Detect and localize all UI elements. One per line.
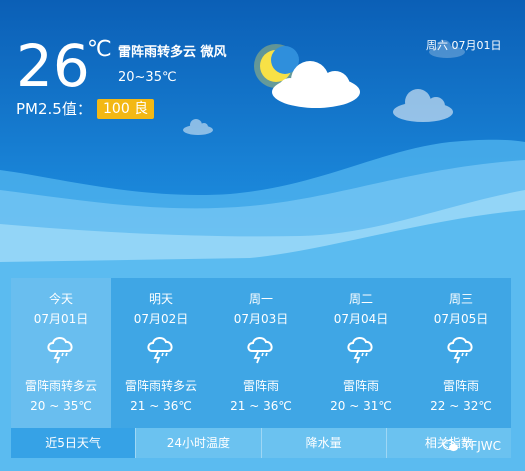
day-date: 07月01日 (33, 312, 89, 326)
day-condition: 雷阵雨 (242, 379, 279, 393)
current-condition: 雷阵雨转多云 微风 (118, 45, 227, 60)
tab-5day-weather[interactable]: 近5日天气 (11, 428, 136, 458)
pm25-label: PM2.5值： (16, 100, 92, 118)
day-temp-range: 21 ~ 36℃ (130, 399, 192, 413)
forecast-panel: 今天 07月01日 雷阵雨转多云 20 ~ 35℃ 明天 07月02日 雷阵雨转… (11, 278, 511, 428)
day-date: 07月03日 (233, 312, 289, 326)
thunderstorm-icon (147, 337, 173, 364)
current-date: 周六 07月01日 (426, 39, 502, 52)
day-temp-range: 22 ~ 32℃ (430, 399, 492, 413)
forecast-day[interactable]: 周三 07月05日 雷阵雨 22 ~ 32℃ (411, 278, 511, 428)
current-temperature: 26 (16, 32, 90, 100)
day-name: 今天 (48, 292, 73, 306)
watermark: TFJWC (443, 438, 501, 454)
day-name: 周二 (348, 292, 373, 306)
day-condition: 雷阵雨转多云 (24, 379, 97, 393)
forecast-day[interactable]: 周一 07月03日 雷阵雨 21 ~ 36℃ (211, 278, 311, 428)
forecast-day[interactable]: 周二 07月04日 雷阵雨 20 ~ 31℃ (311, 278, 411, 428)
day-name: 周一 (248, 292, 273, 306)
thunderstorm-icon (247, 337, 273, 364)
wechat-icon (443, 439, 458, 452)
tiny-cloud-icon (183, 119, 213, 135)
forecast-day[interactable]: 明天 07月02日 雷阵雨转多云 21 ~ 36℃ (111, 278, 211, 428)
day-name: 明天 (148, 292, 173, 306)
day-condition: 雷阵雨 (442, 379, 479, 393)
day-name: 周三 (448, 292, 473, 306)
thunderstorm-icon (347, 337, 373, 364)
temperature-unit: ℃ (87, 37, 112, 62)
forecast-tabs: 近5日天气 24小时温度 降水量 相关指数 (11, 428, 511, 458)
tab-precipitation[interactable]: 降水量 (260, 428, 386, 458)
day-condition: 雷阵雨 (342, 379, 379, 393)
day-temp-range: 20 ~ 35℃ (30, 399, 92, 413)
thunderstorm-icon (447, 337, 473, 364)
day-temp-range: 21 ~ 36℃ (230, 399, 292, 413)
day-date: 07月05日 (433, 312, 489, 326)
day-date: 07月04日 (333, 312, 389, 326)
day-date: 07月02日 (133, 312, 189, 326)
small-cloud-icon (393, 89, 453, 122)
watermark-text: TFJWC (463, 439, 502, 453)
forecast-day[interactable]: 今天 07月01日 雷阵雨转多云 20 ~ 35℃ (11, 278, 111, 428)
current-range: 20~35℃ (118, 70, 177, 85)
thunderstorm-icon (47, 337, 73, 364)
tab-24h-temperature[interactable]: 24小时温度 (135, 428, 261, 458)
pm25-badge: 100 良 (97, 99, 155, 119)
day-temp-range: 20 ~ 31℃ (330, 399, 392, 413)
day-condition: 雷阵雨转多云 (124, 379, 197, 393)
